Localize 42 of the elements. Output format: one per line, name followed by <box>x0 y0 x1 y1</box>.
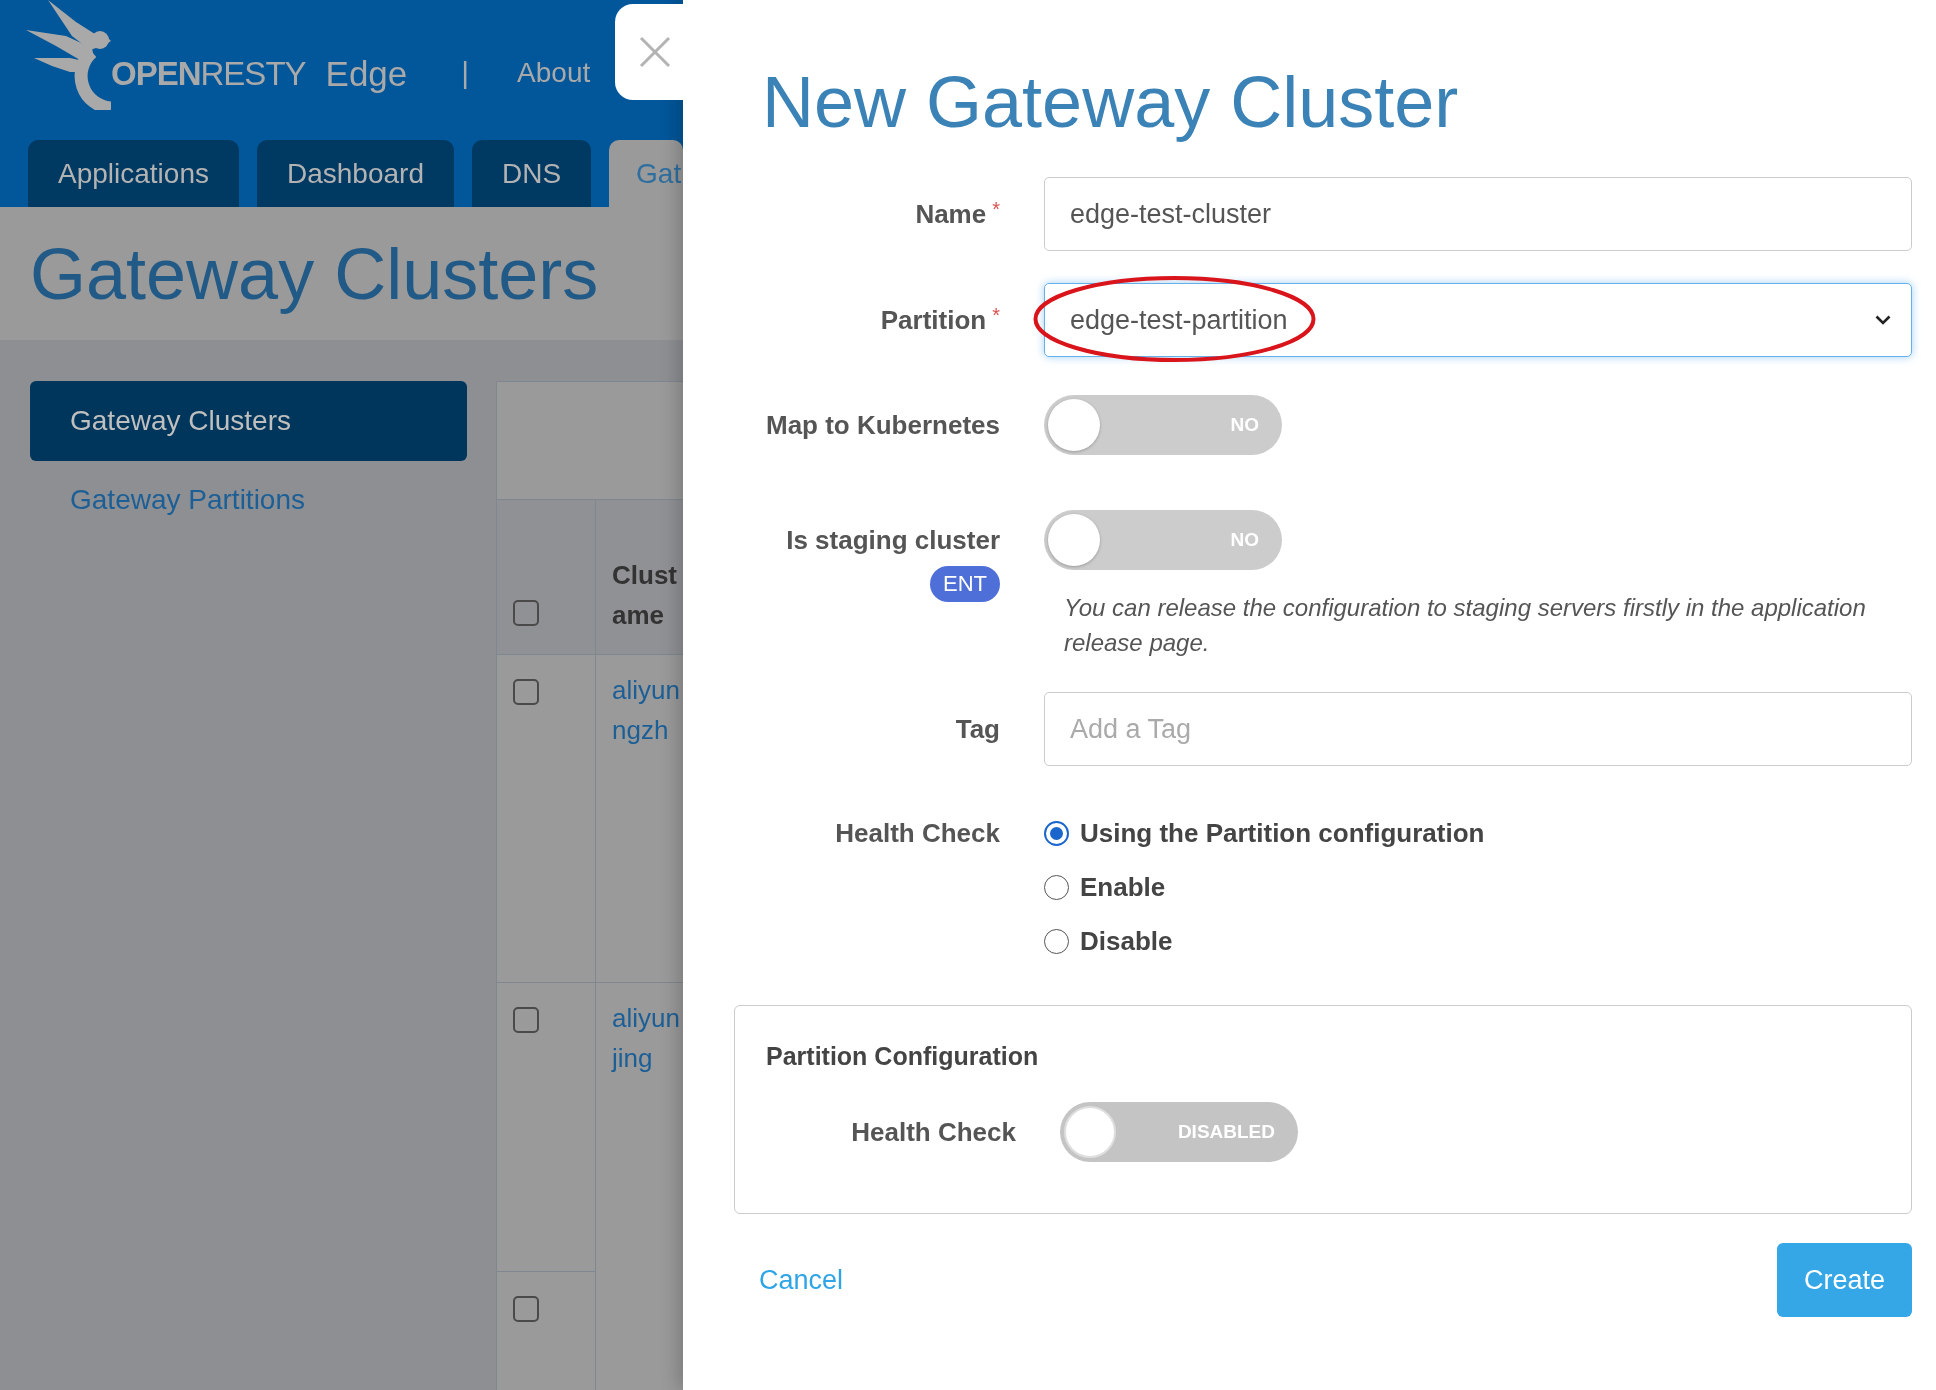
nav-tab[interactable]: DNS <box>471 140 592 207</box>
field-label: Partition <box>880 305 987 335</box>
checkbox[interactable] <box>513 1296 539 1322</box>
field-label: Health Check <box>851 1117 1016 1147</box>
knob-icon <box>1064 1106 1116 1158</box>
help-text: You can release the configuration to staging servers firstly in the application release page. <box>1063 593 1867 658</box>
product-name: Edge <box>325 55 408 91</box>
radio-label[interactable]: Enable <box>1080 867 1166 907</box>
chevron-down-icon <box>1875 315 1891 325</box>
radio-button[interactable] <box>1044 874 1069 900</box>
logo-text: OPENRESTY <box>111 56 306 90</box>
field-label: Is staging cluster <box>786 525 1000 555</box>
edition-badge: ENT <box>930 566 1000 602</box>
field-label: Tag <box>955 714 1000 744</box>
radio-label[interactable]: Using the Partition configuration <box>1080 813 1485 853</box>
checkbox[interactable] <box>513 679 539 705</box>
nav-tab[interactable]: Applications <box>28 140 239 207</box>
checkbox[interactable] <box>513 600 539 626</box>
sidebar-item[interactable]: Gateway Clusters <box>30 381 467 461</box>
bird-logo-icon <box>26 0 111 110</box>
field-label: Map to Kubernetes <box>765 410 1000 440</box>
close-button[interactable] <box>615 4 683 100</box>
panel-title: Partition Configuration <box>766 1041 1040 1072</box>
nav-link[interactable]: About <box>517 59 591 87</box>
select-field[interactable]: edge-test-partition <box>1044 283 1912 357</box>
close-icon <box>639 36 671 68</box>
knob-icon <box>1048 399 1100 451</box>
knob-icon <box>1048 514 1100 566</box>
radio-label[interactable]: Disable <box>1080 921 1173 961</box>
text-input[interactable]: edge-test-cluster <box>1044 177 1912 251</box>
radio-button[interactable] <box>1044 820 1069 846</box>
field-label: Health Check <box>835 817 1000 850</box>
toggle-switch: DISABLED <box>1060 1102 1298 1162</box>
radio-button[interactable] <box>1044 928 1069 954</box>
text-input[interactable]: Add a Tag <box>1044 692 1912 766</box>
column-header: Clust ame <box>612 559 678 632</box>
required-mark: * <box>992 305 1000 325</box>
field-label: Name <box>915 199 987 229</box>
checkbox[interactable] <box>513 1007 539 1033</box>
required-mark: * <box>992 199 1000 219</box>
nav-separator: | <box>461 58 470 88</box>
nav-tab[interactable]: Dashboard <box>257 140 454 207</box>
